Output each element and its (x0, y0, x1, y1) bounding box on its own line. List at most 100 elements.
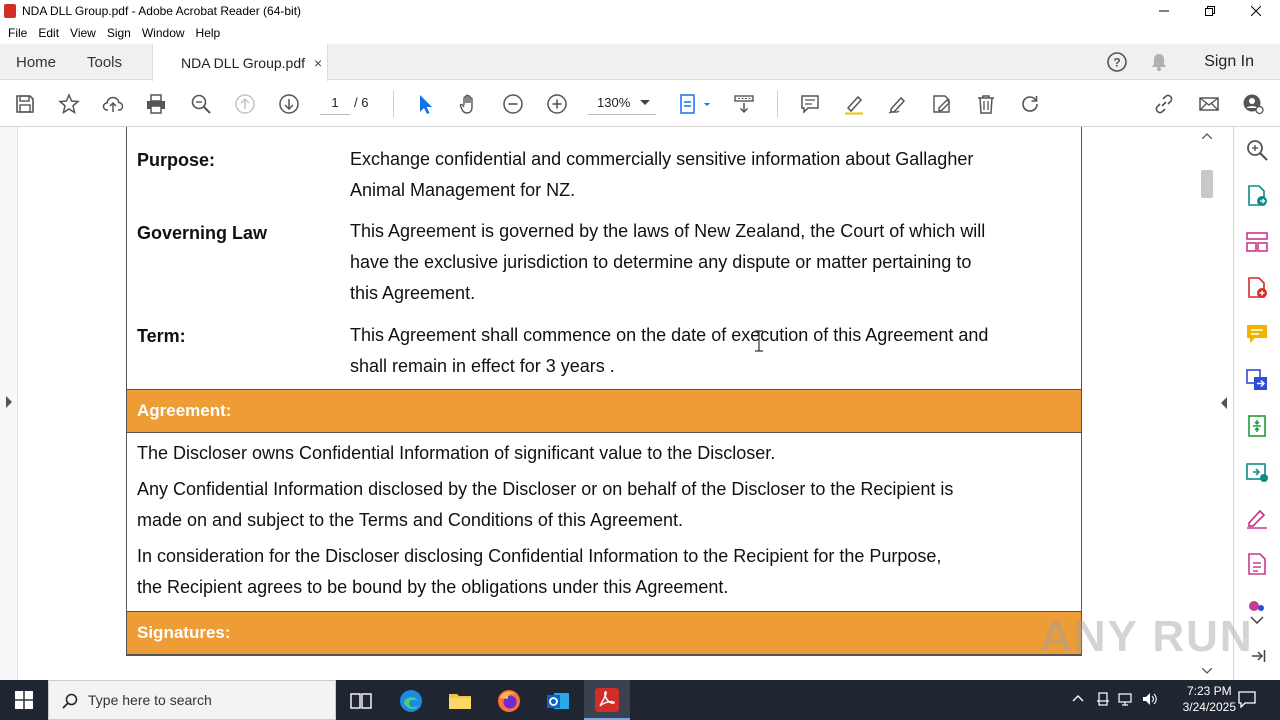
purpose-line-1: Exchange confidential and commercially s… (350, 149, 974, 169)
help-icon[interactable]: ? (1106, 51, 1128, 73)
fill-sign-button[interactable] (929, 91, 955, 117)
export-pdf-icon[interactable] (1245, 184, 1269, 208)
bookmark-star-button[interactable] (56, 91, 82, 117)
menu-view[interactable]: View (70, 26, 96, 40)
menu-sign[interactable]: Sign (107, 26, 131, 40)
email-button[interactable] (1196, 91, 1222, 117)
zoom-out-button[interactable] (500, 91, 526, 117)
close-tab-icon[interactable]: × (314, 55, 322, 71)
compress-pdf-icon[interactable] (1245, 414, 1269, 438)
printer-icon (147, 94, 165, 114)
agreement-header-label: Agreement: (137, 401, 232, 420)
edit-document-icon (933, 95, 951, 113)
close-button[interactable] (1233, 0, 1279, 22)
draw-pen-icon (888, 96, 906, 114)
rotate-icon (1022, 96, 1038, 112)
row-label-term: Term: (137, 326, 186, 346)
next-page-button[interactable] (276, 91, 302, 117)
tab-home[interactable]: Home (16, 44, 56, 80)
scan-enhance-icon[interactable] (1245, 460, 1269, 484)
notification-center-icon[interactable] (1238, 690, 1256, 708)
highlight-button[interactable] (841, 91, 867, 117)
title-bar: NDA DLL Group.pdf - Adobe Acrobat Reader… (0, 0, 1280, 22)
comment-icon (801, 95, 819, 114)
cloud-upload-icon (102, 96, 124, 112)
governing-law-line-2: have the exclusive jurisdiction to deter… (350, 252, 972, 272)
combine-files-icon[interactable] (1245, 368, 1269, 392)
tab-document[interactable]: NDA DLL Group.pdf × (152, 44, 328, 81)
network-icon[interactable] (1118, 692, 1134, 706)
minimize-button[interactable] (1141, 0, 1187, 22)
firefox-icon[interactable] (496, 688, 522, 714)
star-icon (58, 93, 80, 115)
acrobat-app-icon (4, 4, 16, 18)
comment-tool-icon[interactable] (1245, 322, 1269, 346)
outlook-icon[interactable] (545, 688, 571, 714)
menu-edit[interactable]: Edit (38, 26, 59, 40)
scroll-down-icon[interactable] (1202, 668, 1212, 674)
device-icon[interactable] (1096, 692, 1110, 706)
search-placeholder: Type here to search (88, 692, 212, 708)
save-button[interactable] (12, 91, 38, 117)
agreement-line-4: In consideration for the Discloser discl… (137, 546, 942, 566)
select-tool-button[interactable] (412, 91, 438, 117)
volume-icon[interactable] (1142, 692, 1158, 706)
restore-button[interactable] (1187, 0, 1233, 22)
start-button[interactable] (0, 680, 48, 720)
notifications-bell-icon[interactable] (1149, 52, 1169, 72)
clock-time: 7:23 PM (1186, 684, 1232, 698)
edge-browser-icon[interactable] (398, 688, 424, 714)
draw-freehand-button[interactable] (885, 91, 911, 117)
search-zoom-icon[interactable] (1245, 138, 1269, 162)
print-button[interactable] (143, 91, 169, 117)
page-number-input[interactable]: 1 (320, 91, 350, 115)
upload-cloud-button[interactable] (100, 91, 126, 117)
previous-page-button[interactable] (232, 91, 258, 117)
menu-window[interactable]: Window (142, 26, 185, 40)
menu-help[interactable]: Help (196, 26, 221, 40)
create-pdf-icon[interactable] (1245, 276, 1269, 300)
taskbar-search-input[interactable]: Type here to search (48, 680, 336, 720)
toolbar-separator (777, 90, 778, 118)
menu-file[interactable]: File (8, 26, 27, 40)
delete-button[interactable] (973, 91, 999, 117)
file-explorer-icon[interactable] (447, 688, 473, 714)
hand-tool-button[interactable] (456, 91, 482, 117)
scrollbar-thumb[interactable] (1201, 170, 1213, 198)
organize-pages-icon[interactable] (1245, 230, 1269, 254)
edit-pdf-icon[interactable] (1245, 552, 1269, 576)
share-link-button[interactable] (1151, 91, 1177, 117)
close-icon (1251, 6, 1261, 16)
collapse-right-panel-icon[interactable] (1220, 397, 1228, 409)
find-text-button[interactable] (188, 91, 214, 117)
arrow-up-circle-icon (235, 94, 255, 114)
page-total: / 6 (354, 95, 369, 110)
scroll-mode-button[interactable] (731, 91, 757, 117)
agreement-line-2: Any Confidential Information disclosed b… (137, 479, 954, 499)
zoom-level-select[interactable]: 130% (588, 91, 656, 115)
expand-left-panel-icon[interactable] (5, 396, 13, 408)
system-clock[interactable]: 7:23 PM 3/24/2025 (1183, 683, 1236, 715)
vertical-scrollbar[interactable] (1198, 127, 1216, 680)
taskbar-acrobat-active[interactable] (584, 680, 630, 720)
share-user-button[interactable] (1240, 91, 1266, 117)
show-hidden-icons-icon[interactable] (1072, 694, 1084, 702)
fill-sign-tool-icon[interactable] (1245, 506, 1269, 530)
task-view-icon[interactable] (348, 688, 374, 714)
rotate-button[interactable] (1017, 91, 1043, 117)
cursor-arrow-icon (420, 95, 432, 114)
scroll-up-icon[interactable] (1202, 133, 1212, 139)
add-comment-button[interactable] (797, 91, 823, 117)
left-panel-collapsed[interactable] (0, 127, 18, 680)
sign-in-button[interactable]: Sign In (1204, 44, 1254, 80)
agreement-line-1: The Discloser owns Confidential Informat… (137, 443, 776, 463)
fit-page-dropdown[interactable] (676, 91, 716, 117)
tab-tools[interactable]: Tools (87, 44, 122, 80)
scroll-mode-icon (734, 95, 754, 114)
agreement-line-5: the Recipient agrees to be bound by the … (137, 577, 729, 597)
zoom-in-button[interactable] (544, 91, 570, 117)
signatures-section-header: Signatures: (127, 611, 1081, 655)
governing-law-line-3: this Agreement. (350, 283, 476, 303)
signatures-header-label: Signatures: (137, 623, 231, 642)
tabs-row: Home Tools NDA DLL Group.pdf × ? Sign In (0, 44, 1280, 81)
